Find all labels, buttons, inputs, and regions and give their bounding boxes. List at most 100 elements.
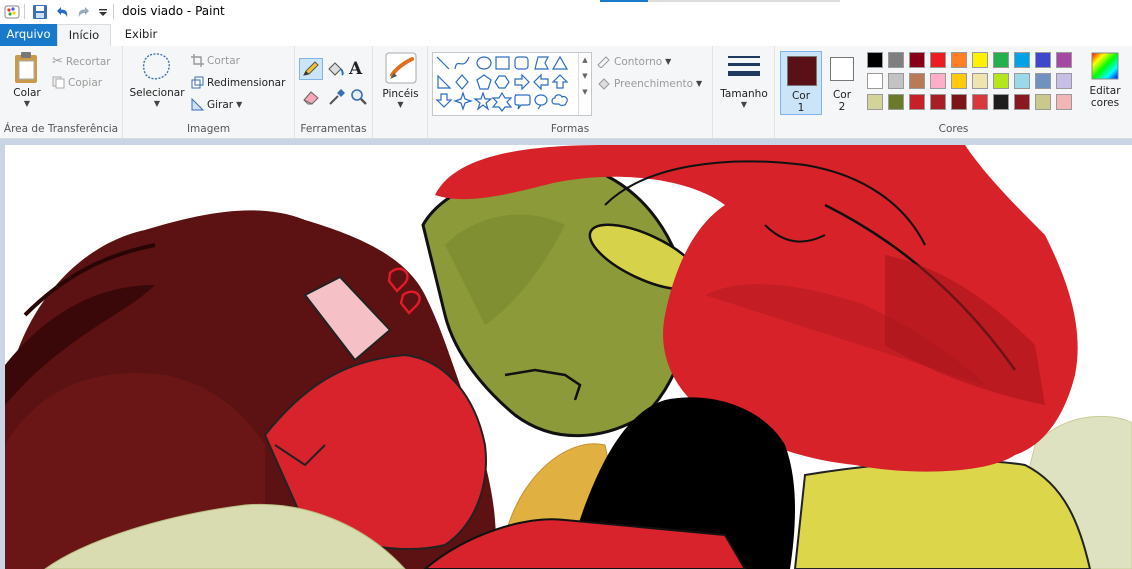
brushes-group: Pincéis ▼: [373, 46, 428, 138]
shape-rectangle: [495, 56, 510, 70]
artwork: [5, 145, 1132, 569]
pencil-icon: [303, 61, 319, 76]
palette-swatch[interactable]: [930, 52, 946, 68]
palette-swatch[interactable]: [1035, 73, 1051, 89]
rotate-label: Girar: [207, 98, 234, 111]
palette-swatch[interactable]: [909, 52, 925, 68]
shape-pentagon: [476, 74, 492, 90]
color-picker-tool[interactable]: [326, 88, 346, 109]
outline-button[interactable]: Contorno ▼: [596, 55, 671, 68]
outline-label: Contorno: [614, 55, 663, 68]
tab-file[interactable]: Arquivo: [0, 24, 57, 46]
color2-swatch: [830, 57, 854, 81]
shapes-scrollbar[interactable]: ▲ ▼ ▼: [578, 53, 591, 115]
tools-group-label: Ferramentas: [300, 123, 367, 135]
canvas-area[interactable]: [0, 139, 1132, 569]
fill-bucket-icon: [328, 62, 344, 76]
shape-up-arrow: [551, 74, 569, 89]
window-title: dois viado - Paint: [122, 4, 225, 18]
palette-swatch[interactable]: [951, 73, 967, 89]
tab-home[interactable]: Início: [57, 24, 111, 47]
drawing-canvas[interactable]: [5, 145, 1132, 569]
size-label: Tamanho: [720, 88, 768, 100]
rotate-icon: [191, 98, 204, 111]
shapes-grid: [435, 55, 569, 112]
fill-button[interactable]: Preenchimento ▼: [596, 77, 702, 90]
tab-view[interactable]: Exibir: [111, 24, 171, 46]
undo-icon[interactable]: [54, 3, 70, 21]
image-group-label: Imagem: [186, 123, 231, 135]
palette-swatch[interactable]: [1014, 52, 1030, 68]
crop-label: Cortar: [207, 54, 240, 67]
select-button[interactable]: Selecionar ▼: [127, 51, 187, 108]
tools-group: A Ferramentas: [295, 46, 373, 138]
resize-button[interactable]: Redimensionar: [191, 76, 285, 89]
scissors-icon: ✂: [52, 54, 63, 69]
edit-colors-button[interactable]: Editar cores: [1085, 52, 1125, 109]
redo-icon[interactable]: [76, 3, 92, 21]
magnifier-tool[interactable]: [350, 88, 368, 109]
shape-rounded-callout: [514, 94, 531, 110]
shape-oval: [476, 56, 492, 70]
text-icon: A: [349, 59, 363, 79]
shape-five-point-star: [473, 91, 493, 111]
copy-label: Copiar: [68, 76, 103, 89]
color2-button[interactable]: Cor 2: [825, 51, 859, 115]
palette-swatch[interactable]: [1035, 94, 1051, 110]
palette-swatch[interactable]: [909, 94, 925, 110]
copy-button[interactable]: Copiar: [52, 76, 102, 89]
ribbon: Colar ▼ ✂ Recortar Copiar Área de Transf…: [0, 46, 1132, 139]
palette-swatch[interactable]: [1056, 94, 1072, 110]
palette-swatch[interactable]: [1056, 73, 1072, 89]
brush-icon: [385, 52, 416, 84]
eraser-icon: [303, 91, 319, 105]
palette-swatch[interactable]: [993, 52, 1009, 68]
palette-swatch[interactable]: [867, 52, 883, 68]
palette-swatch[interactable]: [993, 94, 1009, 110]
palette-swatch[interactable]: [930, 94, 946, 110]
palette-swatch[interactable]: [972, 73, 988, 89]
palette-swatch[interactable]: [1056, 52, 1072, 68]
palette-swatch[interactable]: [867, 73, 883, 89]
palette-swatch[interactable]: [1035, 52, 1051, 68]
size-button[interactable]: Tamanho ▼: [717, 54, 771, 109]
shape-diamond: [455, 74, 469, 90]
paste-label: Colar: [13, 87, 41, 99]
palette-swatch[interactable]: [909, 73, 925, 89]
colors-group: Cor 1 Cor 2 Editar cores Cores: [775, 46, 1132, 138]
palette-swatch[interactable]: [951, 52, 967, 68]
fill-tool[interactable]: [325, 60, 345, 83]
palette-swatch[interactable]: [993, 73, 1009, 89]
palette-swatch[interactable]: [930, 73, 946, 89]
crop-button[interactable]: Cortar: [191, 54, 240, 67]
cut-button[interactable]: ✂ Recortar: [52, 54, 111, 69]
palette-swatch[interactable]: [867, 94, 883, 110]
palette-swatch[interactable]: [951, 94, 967, 110]
color1-swatch: [787, 56, 817, 86]
brushes-button[interactable]: Pincéis ▼: [378, 51, 423, 109]
paste-button[interactable]: Colar ▼: [6, 51, 48, 108]
palette-swatch[interactable]: [888, 52, 904, 68]
shape-hexagon: [494, 75, 510, 89]
shapes-group: ▲ ▼ ▼ Contorno ▼ Preenchimento ▼ Formas: [428, 46, 713, 138]
palette-swatch[interactable]: [972, 52, 988, 68]
rotate-button[interactable]: Girar ▼: [191, 98, 242, 111]
resize-label: Redimensionar: [207, 76, 286, 89]
shape-curve: [454, 56, 470, 70]
palette-swatch[interactable]: [972, 94, 988, 110]
save-icon[interactable]: [32, 3, 48, 21]
palette-swatch[interactable]: [1014, 73, 1030, 89]
palette-swatch[interactable]: [888, 94, 904, 110]
fill-label: Preenchimento: [614, 77, 694, 90]
eraser-tool[interactable]: [301, 88, 321, 109]
color1-button[interactable]: Cor 1: [780, 51, 822, 115]
title-strip: [600, 0, 840, 2]
color-wheel-icon: [1091, 52, 1119, 80]
shape-cloud-callout: [551, 94, 568, 106]
pencil-tool[interactable]: [299, 58, 323, 80]
text-tool[interactable]: A: [349, 59, 362, 79]
palette-swatch[interactable]: [1014, 94, 1030, 110]
customize-dropdown-icon[interactable]: [98, 3, 108, 21]
paint-app-icon[interactable]: [4, 3, 20, 21]
palette-swatch[interactable]: [888, 73, 904, 89]
